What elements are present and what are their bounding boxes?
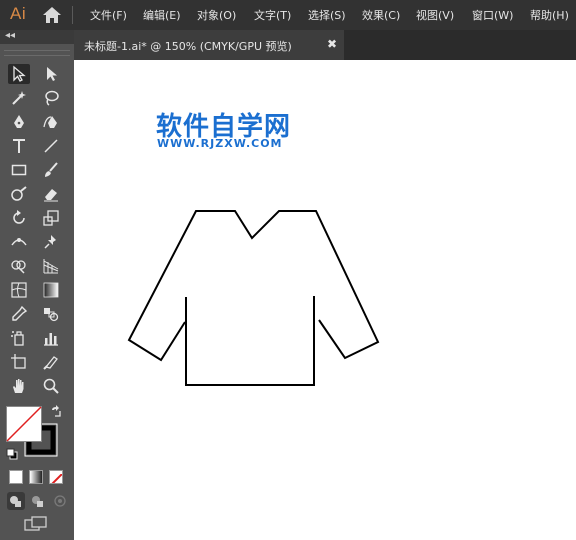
eyedropper-icon <box>12 305 28 321</box>
slice-tool[interactable] <box>40 352 62 372</box>
lasso-tool[interactable] <box>40 88 62 108</box>
magic-wand-icon <box>12 91 26 105</box>
draw-normal-icon[interactable] <box>7 492 25 510</box>
eraser-tool[interactable] <box>40 184 62 204</box>
sweater-left-sleeve <box>127 210 380 362</box>
line-segment-tool[interactable] <box>40 136 62 156</box>
none-slash-icon <box>51 473 62 483</box>
menu-object[interactable]: 对象(O) <box>197 7 236 23</box>
artboard-icon <box>11 354 26 369</box>
document-tab-strip: 未标题-1.ai* @ 150% (CMYK/GPU 预览) ✖ <box>74 30 576 60</box>
mesh-tool[interactable] <box>8 280 30 300</box>
line-segment-icon <box>44 139 58 153</box>
selection-arrow-icon <box>13 65 26 82</box>
width-tool[interactable] <box>8 232 30 252</box>
rectangle-icon <box>11 164 27 176</box>
column-graph-tool[interactable] <box>40 328 62 348</box>
collapse-panel-icon[interactable]: ◂◂ <box>5 30 15 41</box>
menu-file[interactable]: 文件(F) <box>90 7 127 23</box>
paintbrush-tool[interactable] <box>40 160 62 180</box>
menu-edit[interactable]: 编辑(E) <box>143 7 181 23</box>
hand-tool[interactable] <box>8 376 30 396</box>
symbol-sprayer-tool[interactable] <box>8 328 30 348</box>
selection-tool[interactable] <box>8 64 30 84</box>
gradient-icon <box>43 282 59 298</box>
type-icon <box>13 139 25 153</box>
paintbrush-icon <box>45 162 58 177</box>
shaper-tool[interactable] <box>8 184 30 204</box>
menu-type[interactable]: 文字(T) <box>254 7 291 23</box>
perspective-grid-tool[interactable] <box>40 256 62 276</box>
panel-grip[interactable] <box>4 50 70 56</box>
rectangle-tool[interactable] <box>8 160 30 180</box>
draw-behind-icon[interactable] <box>29 492 47 510</box>
rotate-icon <box>13 210 25 224</box>
shape-builder-icon <box>11 260 26 274</box>
swap-fill-stroke-icon[interactable] <box>50 405 62 417</box>
draw-modes <box>7 492 67 510</box>
direct-selection-icon <box>47 67 57 81</box>
magic-wand-tool[interactable] <box>8 88 30 108</box>
artboard-canvas[interactable]: 软件自学网 WWW.RJZXW.COM <box>74 60 576 540</box>
fill-swatch[interactable] <box>6 406 42 442</box>
mesh-icon <box>11 282 27 298</box>
gradient-mode-button[interactable] <box>29 470 43 484</box>
scale-icon <box>43 210 59 226</box>
fill-none-icon <box>6 406 42 442</box>
none-mode-button[interactable] <box>49 470 63 484</box>
document-tab-title: 未标题-1.ai* @ 150% (CMYK/GPU 预览) <box>84 40 292 53</box>
zoom-tool[interactable] <box>40 376 62 396</box>
menu-help[interactable]: 帮助(H) <box>530 7 569 23</box>
pushpin-icon <box>44 235 56 249</box>
gradient-tool[interactable] <box>40 280 62 300</box>
sweater-outline <box>185 296 315 386</box>
width-icon <box>11 238 27 246</box>
eyedropper-tool[interactable] <box>8 304 30 324</box>
eraser-icon <box>44 189 58 202</box>
pen-icon <box>14 115 24 128</box>
color-mode-button[interactable] <box>9 470 23 484</box>
artboard-tool[interactable] <box>8 352 30 372</box>
sweater-drawing[interactable] <box>74 60 576 540</box>
menu-bar: Ai 文件(F) 编辑(E) 对象(O) 文字(T) 选择(S) 效果(C) 视… <box>0 0 576 30</box>
rotate-tool[interactable] <box>8 208 30 228</box>
menu-window[interactable]: 窗口(W) <box>472 7 513 23</box>
sweater-paths <box>127 210 380 386</box>
screen-mode-icon[interactable] <box>24 516 48 532</box>
zoom-magnifier-icon <box>43 378 59 394</box>
direct-selection-tool[interactable] <box>40 64 62 84</box>
menu-separator <box>72 6 73 24</box>
close-icon[interactable]: ✖ <box>327 37 337 51</box>
draw-inside-icon[interactable] <box>51 492 69 510</box>
menu-view[interactable]: 视图(V) <box>416 7 454 23</box>
column-graph-icon <box>44 333 58 346</box>
menu-effect[interactable]: 效果(C) <box>362 7 400 23</box>
perspective-grid-icon <box>43 259 59 274</box>
puppet-warp-tool[interactable] <box>40 232 62 252</box>
hand-icon <box>13 379 24 393</box>
scale-tool[interactable] <box>40 208 62 228</box>
lasso-icon <box>45 90 59 106</box>
curvature-tool[interactable] <box>40 112 62 132</box>
blend-icon <box>44 308 59 322</box>
document-tab[interactable]: 未标题-1.ai* @ 150% (CMYK/GPU 预览) ✖ <box>74 30 344 60</box>
curvature-pen-icon <box>43 116 57 128</box>
blend-tool[interactable] <box>40 304 62 324</box>
home-icon[interactable] <box>42 6 62 24</box>
shape-builder-tool[interactable] <box>8 256 30 276</box>
pen-tool[interactable] <box>8 112 30 132</box>
default-fill-stroke-icon[interactable] <box>6 448 18 460</box>
type-tool[interactable] <box>8 136 30 156</box>
menu-select[interactable]: 选择(S) <box>308 7 346 23</box>
shaper-icon <box>11 186 27 201</box>
slice-knife-icon <box>43 356 58 370</box>
tools-panel: ◂◂ <box>0 30 74 540</box>
app-logo: Ai <box>10 4 27 23</box>
tools-panel-header: ◂◂ <box>0 30 74 44</box>
symbol-sprayer-icon <box>11 331 24 346</box>
